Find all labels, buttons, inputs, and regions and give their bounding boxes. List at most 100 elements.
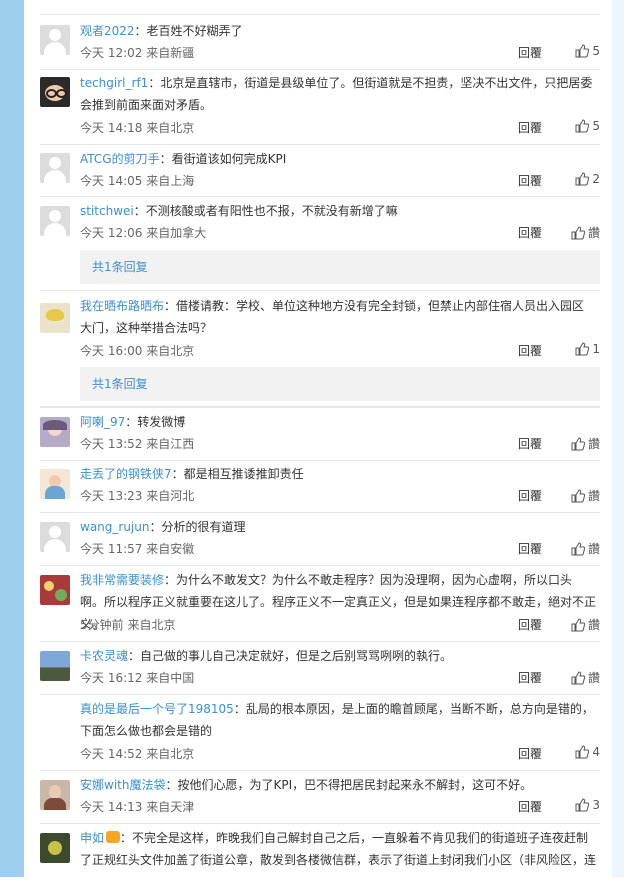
- comment-text: 安娜with魔法袋：按他们心愿，为了KPI，巴不得把居民封起来永不解封，这可不好…: [80, 778, 533, 792]
- like-button[interactable]: 5: [575, 119, 600, 133]
- comment-text: 真的是最后一个号了198105：乱局的根本原因，是上面的瞻首顾尾，当断不断，总方…: [80, 702, 594, 738]
- view-replies-link[interactable]: 共1条回复: [80, 367, 600, 401]
- reply-button[interactable]: 回覆: [518, 224, 542, 241]
- thumb-up-icon: [571, 489, 586, 503]
- comment-author-link[interactable]: 走丢了的钢铁侠7: [80, 467, 172, 481]
- comment-meta: 今天 13:23 来自河北: [80, 489, 195, 503]
- reply-button[interactable]: 回覆: [518, 669, 542, 686]
- vip-badge-icon: [106, 831, 121, 843]
- comment-author-link[interactable]: 我在晒布路晒布: [80, 299, 164, 313]
- comment-text: techgirl_rf1：北京是直辖市，街道是县级单位了。但街道就是不担责，坚决…: [80, 76, 593, 112]
- avatar[interactable]: [40, 25, 70, 55]
- like-button[interactable]: 讚: [571, 435, 600, 452]
- list-item: 阿喇_97：转发微博 今天 13:52 来自江西 回覆 讚: [40, 406, 600, 461]
- thumb-up-icon: [575, 44, 590, 58]
- thumb-up-icon: [575, 798, 590, 812]
- comment-author-link[interactable]: stitchwei: [80, 204, 134, 218]
- avatar[interactable]: [40, 780, 70, 810]
- like-button[interactable]: 讚: [571, 224, 600, 241]
- view-replies-link[interactable]: 共1条回复: [80, 250, 600, 284]
- like-button[interactable]: 讚: [571, 616, 600, 633]
- comment-meta: 今天 11:57 来自安徽: [80, 542, 195, 556]
- comment-meta: 今天 14:13 来自天津: [80, 800, 195, 814]
- comment-author-link[interactable]: 观者2022: [80, 24, 135, 38]
- reply-button[interactable]: 回覆: [518, 616, 542, 633]
- list-item: stitchwei：不测核酸或者有阳性也不报，不就没有新增了嘛 今天 12:06…: [40, 196, 600, 290]
- comment-meta: 5分钟前 来自北京: [80, 618, 176, 632]
- reply-button[interactable]: 回覆: [518, 119, 542, 136]
- comment-meta: 今天 12:02 来自新疆: [80, 46, 195, 60]
- avatar[interactable]: [40, 417, 70, 447]
- thumb-up-icon: [571, 542, 586, 556]
- like-button[interactable]: 4: [575, 745, 600, 759]
- like-button[interactable]: 讚: [571, 669, 600, 686]
- comment-meta: 今天 13:52 来自江西: [80, 437, 195, 451]
- comment-meta: 今天 12:06 来自加拿大: [80, 226, 207, 240]
- avatar[interactable]: [40, 651, 70, 681]
- avatar[interactable]: [40, 153, 70, 183]
- comment-meta: 今天 14:52 来自北京: [80, 747, 195, 761]
- comment-author-link[interactable]: 卡农灵魂: [80, 649, 128, 663]
- like-button[interactable]: 2: [575, 172, 600, 186]
- like-button[interactable]: 3: [575, 798, 600, 812]
- thumb-up-icon: [571, 671, 586, 685]
- comment-meta: 今天 14:18 来自北京: [80, 121, 195, 135]
- comment-meta: 今天 14:05 来自上海: [80, 174, 195, 188]
- list-item: 走丢了的钢铁侠7：都是相互推诿推卸责任 今天 13:23 来自河北 回覆 讚: [40, 459, 600, 513]
- list-item: techgirl_rf1：北京是直辖市，街道是县级单位了。但街道就是不担责，坚决…: [40, 68, 600, 145]
- comment-author-link[interactable]: 我非常需要装修: [80, 573, 164, 587]
- like-button[interactable]: 1: [575, 342, 600, 356]
- thumb-up-icon: [575, 745, 590, 759]
- comment-panel: 观者2022：老百姓不好糊弄了 今天 12:02 来自新疆 回覆 5 techg…: [24, 0, 612, 877]
- comment-meta: 今天 16:12 来自中国: [80, 671, 195, 685]
- comment-author-link[interactable]: 阿喇_97: [80, 415, 125, 429]
- reply-button[interactable]: 回覆: [518, 540, 542, 557]
- reply-button[interactable]: 回覆: [518, 487, 542, 504]
- like-button[interactable]: 5: [575, 44, 600, 58]
- comment-text: 申如 ：不完全是这样，昨晚我们自己解封自己之后，一直躲着不肯见我们的街道班子连夜赶…: [80, 831, 597, 867]
- thumb-up-icon: [571, 226, 586, 240]
- reply-button[interactable]: 回覆: [518, 44, 542, 61]
- comment-author-link[interactable]: 安娜with魔法袋: [80, 778, 165, 792]
- avatar[interactable]: [40, 206, 70, 236]
- comment-text: ATCG的剪刀手：看街道该如何完成KPI: [80, 152, 287, 166]
- comment-text: 观者2022：老百姓不好糊弄了: [80, 24, 243, 38]
- comment-meta: 今天 16:00 来自北京: [80, 344, 195, 358]
- reply-button[interactable]: 回覆: [518, 342, 542, 359]
- list-item: 我在晒布路晒布：借楼请教：学校、单位这种地方没有完全封锁，但禁止内部住宿人员出入…: [40, 290, 600, 408]
- reply-button[interactable]: 回覆: [518, 172, 542, 189]
- reply-button[interactable]: 回覆: [518, 798, 542, 815]
- avatar[interactable]: [40, 77, 70, 107]
- reply-button[interactable]: 回覆: [518, 435, 542, 452]
- list-item: 真的是最后一个号了198105：乱局的根本原因，是上面的瞻首顾尾，当断不断，总方…: [40, 694, 600, 771]
- comment-author-link[interactable]: 申如: [80, 831, 104, 845]
- comment-text: stitchwei：不测核酸或者有阳性也不报，不就没有新增了嘛: [80, 204, 398, 218]
- thumb-up-icon: [571, 437, 586, 451]
- avatar[interactable]: [40, 575, 70, 605]
- avatar[interactable]: [40, 303, 70, 333]
- thumb-up-icon: [575, 172, 590, 186]
- comment-author-link[interactable]: wang_rujun: [80, 520, 149, 534]
- comment-text: 阿喇_97：转发微博: [80, 415, 186, 429]
- list-item: 申如 ：不完全是这样，昨晚我们自己解封自己之后，一直躲着不肯见我们的街道班子连夜赶…: [40, 823, 600, 883]
- list-item: 观者2022：老百姓不好糊弄了 今天 12:02 来自新疆 回覆 5: [40, 14, 600, 70]
- left-rail: [0, 0, 24, 877]
- thumb-up-icon: [571, 618, 586, 632]
- avatar[interactable]: [40, 833, 70, 863]
- avatar[interactable]: [40, 469, 70, 499]
- comment-text: 卡农灵魂：自己做的事儿自己决定就好，但是之后别骂骂咧咧的執行。: [80, 649, 453, 663]
- comment-author-link[interactable]: ATCG的剪刀手: [80, 152, 160, 166]
- comment-author-link[interactable]: 真的是最后一个号了198105: [80, 702, 234, 716]
- comment-author-link[interactable]: techgirl_rf1: [80, 76, 148, 90]
- avatar[interactable]: [40, 522, 70, 552]
- like-button[interactable]: 讚: [571, 540, 600, 557]
- like-button[interactable]: 讚: [571, 487, 600, 504]
- list-item: 安娜with魔法袋：按他们心愿，为了KPI，巴不得把居民封起来永不解封，这可不好…: [40, 770, 600, 824]
- comment-text: 我在晒布路晒布：借楼请教：学校、单位这种地方没有完全封锁，但禁止内部住宿人员出入…: [80, 299, 585, 335]
- reply-button[interactable]: 回覆: [518, 745, 542, 762]
- list-item: wang_rujun：分析的很有道理 今天 11:57 来自安徽 回覆 讚: [40, 512, 600, 566]
- thumb-up-icon: [575, 342, 590, 356]
- list-item: ATCG的剪刀手：看街道该如何完成KPI 今天 14:05 来自上海 回覆 2: [40, 144, 600, 197]
- comment-text: wang_rujun：分析的很有道理: [80, 520, 246, 534]
- scrollbar[interactable]: [611, 0, 624, 877]
